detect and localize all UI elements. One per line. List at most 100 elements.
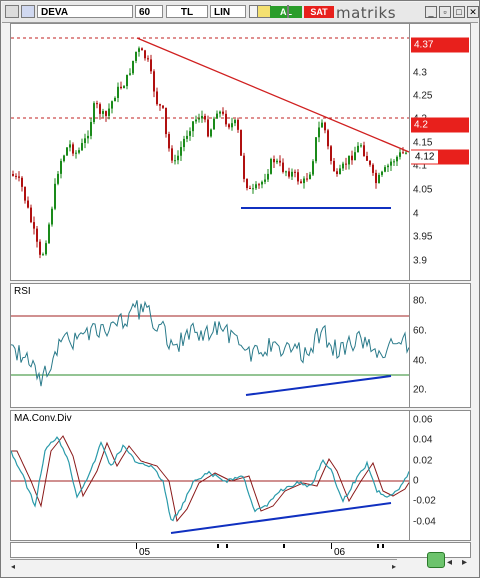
price-candle-body [30, 207, 32, 223]
price-candle-body [216, 113, 218, 119]
price-candle-body [234, 119, 236, 124]
price-candle-body [387, 165, 389, 168]
price-candle-body [66, 147, 68, 156]
time-label: 05 [139, 547, 151, 558]
price-candle-body [75, 152, 77, 154]
price-candle-body [207, 119, 209, 137]
price-candle-body [126, 74, 128, 87]
price-candle-body [12, 174, 14, 176]
price-candle-body [159, 104, 161, 106]
time-label: 06 [334, 547, 346, 558]
price-candle-body [273, 159, 275, 163]
scale-field[interactable]: LIN [210, 5, 246, 18]
price-candle-body [318, 127, 320, 138]
price-candle-body [54, 183, 56, 209]
price-candle-body [135, 51, 137, 61]
price-tick: 3.95 [413, 231, 433, 243]
price-candle-body [366, 155, 368, 161]
price-candle-body [381, 171, 383, 175]
price-candle-body [72, 144, 74, 154]
price-candle-body [78, 150, 80, 153]
price-candle-body [204, 115, 206, 120]
price-candle-body [222, 111, 224, 114]
resistance-price-label: 4.37 [411, 37, 469, 53]
price-pane[interactable] [10, 23, 410, 281]
price-candle-body [258, 184, 260, 186]
price-candle-body [24, 186, 26, 201]
price-candle-body [18, 176, 20, 178]
maximize-button[interactable]: □ [453, 6, 465, 18]
chart-window: DEVA 60 TL LIN AL SAT matriks _ ▫ □ ✕ 4.… [0, 0, 480, 578]
time-tick [331, 543, 332, 549]
macd-tick: 0.04 [413, 434, 433, 446]
nav-left-icon[interactable]: ◂ [447, 557, 452, 568]
rsi-divergence-line [245, 375, 392, 396]
chart-type-icon[interactable] [21, 5, 35, 18]
scroll-left-icon[interactable]: ◂ [11, 562, 15, 571]
macd-tick: 0.02 [413, 455, 433, 467]
nav-right-icon[interactable]: ▸ [462, 557, 467, 568]
chart-toolbar: DEVA 60 TL LIN AL SAT matriks _ ▫ □ ✕ [2, 2, 479, 23]
price-candle-body [219, 111, 221, 114]
price-candle-body [309, 174, 311, 180]
price-candle-body [123, 86, 125, 89]
price-candle-body [198, 118, 200, 120]
macd-tick: -0.04 [413, 516, 436, 528]
price-candle-body [363, 145, 365, 156]
price-candle-body [396, 156, 398, 162]
current-price-value: 4.12 [411, 150, 439, 164]
symbol-field[interactable]: DEVA [37, 5, 133, 18]
close-icon[interactable]: ✕ [467, 6, 479, 18]
rsi-tick: 60. [413, 325, 427, 337]
price-candle-body [249, 188, 251, 190]
price-candle-body [99, 104, 101, 114]
scroll-track[interactable]: ◂ ▸ [10, 559, 397, 571]
price-candle-body [291, 171, 293, 177]
price-candle-body [177, 155, 179, 161]
price-candle-body [153, 71, 155, 92]
price-candle-body [252, 188, 254, 190]
price-candle-body [321, 122, 323, 128]
pencil-icon[interactable] [257, 5, 271, 18]
price-candle-body [405, 152, 407, 154]
price-candle-body [45, 243, 47, 255]
sell-button[interactable]: SAT [304, 6, 334, 18]
minimize-button[interactable]: _ [425, 6, 437, 18]
price-candle-body [306, 178, 308, 180]
price-candle-body [183, 138, 185, 148]
restore-button[interactable]: ▫ [439, 6, 451, 18]
period-field[interactable]: 60 [135, 5, 163, 18]
price-candle-body [228, 124, 230, 128]
price-candle-body [186, 135, 188, 139]
price-tick: 4.25 [413, 90, 433, 102]
macd-pane[interactable]: MA.Conv.Div [10, 410, 410, 541]
price-candle-body [156, 91, 158, 105]
currency-field[interactable]: TL [166, 5, 208, 18]
price-candle-body [210, 129, 212, 137]
price-chart [11, 37, 409, 259]
grid-icon[interactable] [5, 5, 19, 18]
scroll-right-icon[interactable]: ▸ [392, 562, 396, 571]
price-candle-body [42, 254, 44, 256]
price-candle-body [60, 161, 62, 174]
rsi-tick: 80. [413, 295, 427, 307]
price-candle-body [48, 224, 50, 244]
time-tick [226, 544, 228, 548]
rsi-pane[interactable]: RSI [10, 283, 410, 408]
price-tick: 4.15 [413, 137, 433, 149]
price-candle-body [327, 130, 329, 147]
time-tick [382, 544, 384, 548]
price-candle-body [246, 178, 248, 189]
price-candle-body [90, 122, 92, 136]
price-candle-body [84, 138, 86, 144]
matriks-logo: matriks [336, 4, 397, 22]
price-candle-body [294, 171, 296, 173]
current-price-label: 4.12 [411, 149, 469, 165]
price-tick: 4.3 [413, 67, 427, 79]
price-candle-body [339, 168, 341, 175]
refresh-icon[interactable] [427, 552, 445, 568]
price-candle-body [369, 160, 371, 165]
price-candle-body [378, 174, 380, 184]
price-candle-body [132, 60, 134, 74]
buy-button[interactable]: AL [270, 6, 302, 18]
